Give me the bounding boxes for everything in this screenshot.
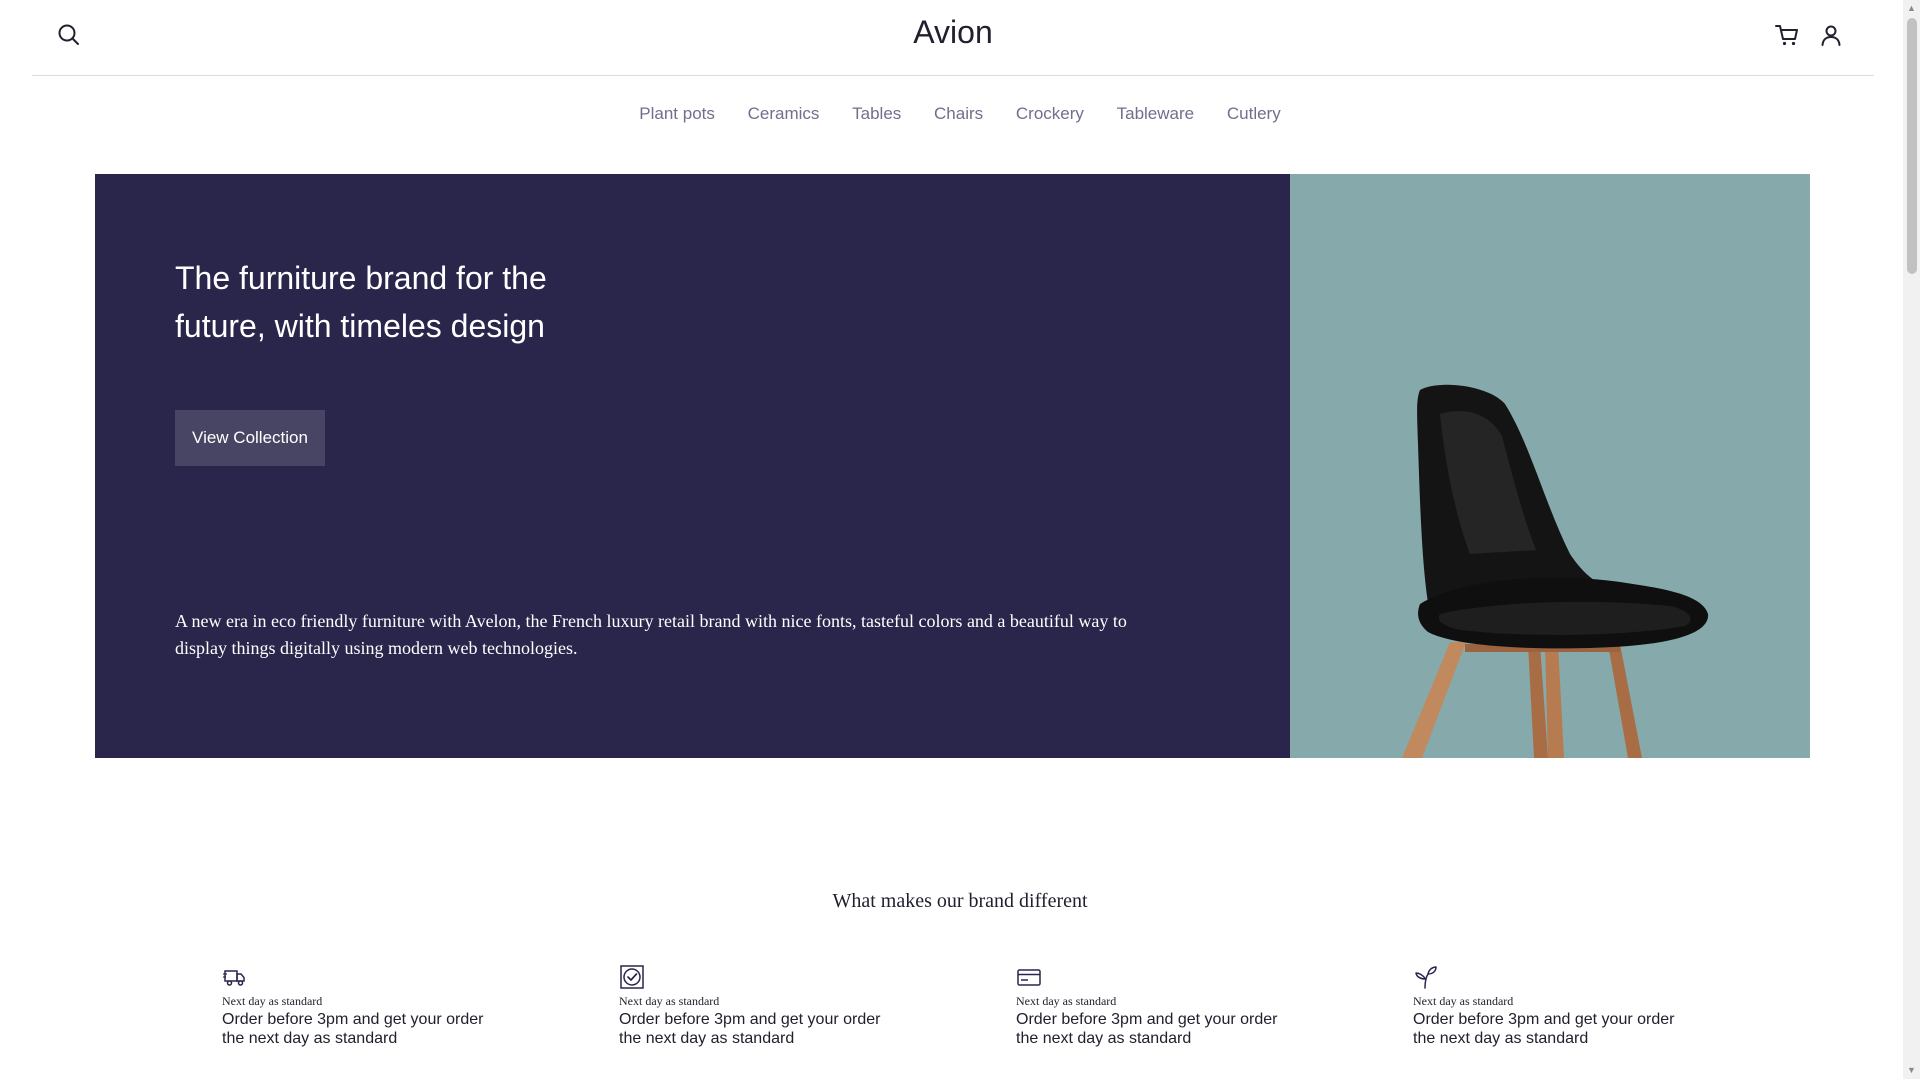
feature-item: Next day as standard Order before 3pm an… [1413, 964, 1713, 1048]
nav-link-plant-pots[interactable]: Plant pots [639, 104, 715, 123]
top-header: Avion [32, 0, 1874, 76]
nav-link-cutlery[interactable]: Cutlery [1227, 104, 1281, 123]
cart-icon[interactable] [1774, 22, 1800, 48]
delivery-truck-icon [222, 964, 248, 990]
category-nav: Plant pots Ceramics Tables Chairs Crocke… [0, 104, 1920, 124]
scrollbar-thumb[interactable] [1907, 18, 1917, 274]
hero-description: A new era in eco friendly furniture with… [175, 611, 1127, 658]
credit-card-icon [1016, 964, 1042, 990]
feature-text: Order before 3pm and get your order the … [1016, 1011, 1278, 1047]
features-title: What makes our brand different [832, 890, 1088, 912]
feature-item: Next day as standard Order before 3pm an… [1016, 964, 1316, 1048]
feature-heading: Next day as standard [1016, 994, 1117, 1008]
scroll-down-arrow-icon[interactable]: ▼ [1903, 1062, 1920, 1079]
hero-banner: The furniture brand for the future, with… [95, 174, 1810, 758]
brand-logo[interactable]: Avion [913, 14, 992, 50]
feature-heading: Next day as standard [619, 994, 720, 1008]
feature-text: Order before 3pm and get your order the … [222, 1011, 484, 1047]
scroll-up-arrow-icon[interactable]: ▲ [1903, 0, 1920, 17]
hero-image-panel [1290, 174, 1810, 758]
plant-sprout-icon [1413, 964, 1439, 990]
view-collection-button[interactable]: View Collection [175, 410, 325, 466]
nav-link-ceramics[interactable]: Ceramics [748, 104, 820, 123]
chair-image [1402, 384, 1709, 758]
feature-text: Order before 3pm and get your order the … [1413, 1011, 1675, 1047]
hero-title: The furniture brand for the future, with… [175, 260, 547, 344]
feature-item: Next day as standard Order before 3pm an… [619, 964, 919, 1048]
hero-text-panel: The furniture brand for the future, with… [95, 174, 1290, 758]
nav-link-tableware[interactable]: Tableware [1117, 104, 1195, 123]
feature-item: Next day as standard Order before 3pm an… [222, 964, 522, 1048]
user-icon[interactable] [1818, 22, 1844, 48]
checkmark-badge-icon [619, 964, 645, 990]
feature-text: Order before 3pm and get your order the … [619, 1011, 881, 1047]
feature-heading: Next day as standard [1413, 994, 1514, 1008]
feature-heading: Next day as standard [222, 994, 323, 1008]
nav-link-crockery[interactable]: Crockery [1016, 104, 1084, 123]
nav-link-chairs[interactable]: Chairs [934, 104, 983, 123]
nav-link-tables[interactable]: Tables [852, 104, 901, 123]
